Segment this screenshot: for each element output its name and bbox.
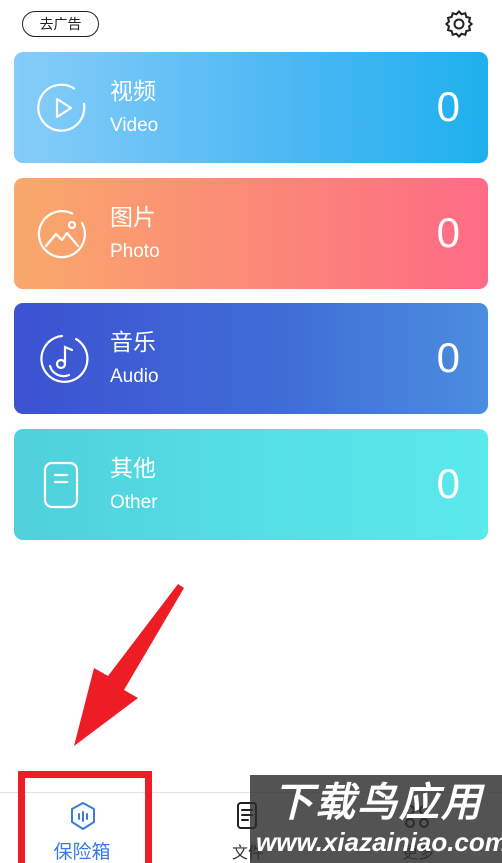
- nav-tab-more-label: 更多: [401, 843, 434, 862]
- top-bar: 去广告: [0, 0, 502, 48]
- video-count: 0: [436, 83, 460, 130]
- audio-title: 音乐: [110, 330, 156, 356]
- photo-title: 图片: [110, 205, 156, 231]
- document-icon: [43, 461, 79, 509]
- photo-subtitle: Photo: [110, 241, 160, 262]
- nav-tab-safe[interactable]: 保险箱: [34, 793, 134, 863]
- more-icon: [405, 805, 429, 828]
- mountain-image-icon: [37, 210, 86, 259]
- nav-tab-file[interactable]: 文件: [198, 793, 298, 863]
- photo-count: 0: [436, 209, 460, 256]
- music-disc-icon: [40, 334, 89, 383]
- nav-tab-file-label: 文件: [231, 843, 264, 862]
- other-count: 0: [436, 460, 460, 507]
- file-icon: [237, 802, 257, 829]
- bottom-navigation: 保险箱 文件 更多: [0, 792, 502, 863]
- play-circle-icon: [37, 83, 86, 132]
- other-title: 其他: [110, 456, 156, 482]
- video-title: 视频: [110, 79, 156, 105]
- audio-subtitle: Audio: [110, 366, 159, 387]
- shield-icon: [71, 802, 95, 830]
- red-arrow-annotation: [74, 584, 184, 746]
- other-card[interactable]: 其他 Other 0: [14, 429, 488, 540]
- audio-card[interactable]: 音乐 Audio 0: [14, 303, 488, 414]
- gear-icon[interactable]: [444, 9, 474, 39]
- remove-ads-button[interactable]: 去广告: [22, 11, 99, 37]
- audio-count: 0: [436, 334, 460, 381]
- other-subtitle: Other: [110, 492, 158, 513]
- video-card[interactable]: 视频 Video 0: [14, 52, 488, 163]
- nav-tab-safe-label: 保险箱: [53, 841, 111, 863]
- photo-card[interactable]: 图片 Photo 0: [14, 178, 488, 289]
- video-subtitle: Video: [110, 115, 159, 136]
- nav-tab-more[interactable]: 更多: [368, 793, 468, 863]
